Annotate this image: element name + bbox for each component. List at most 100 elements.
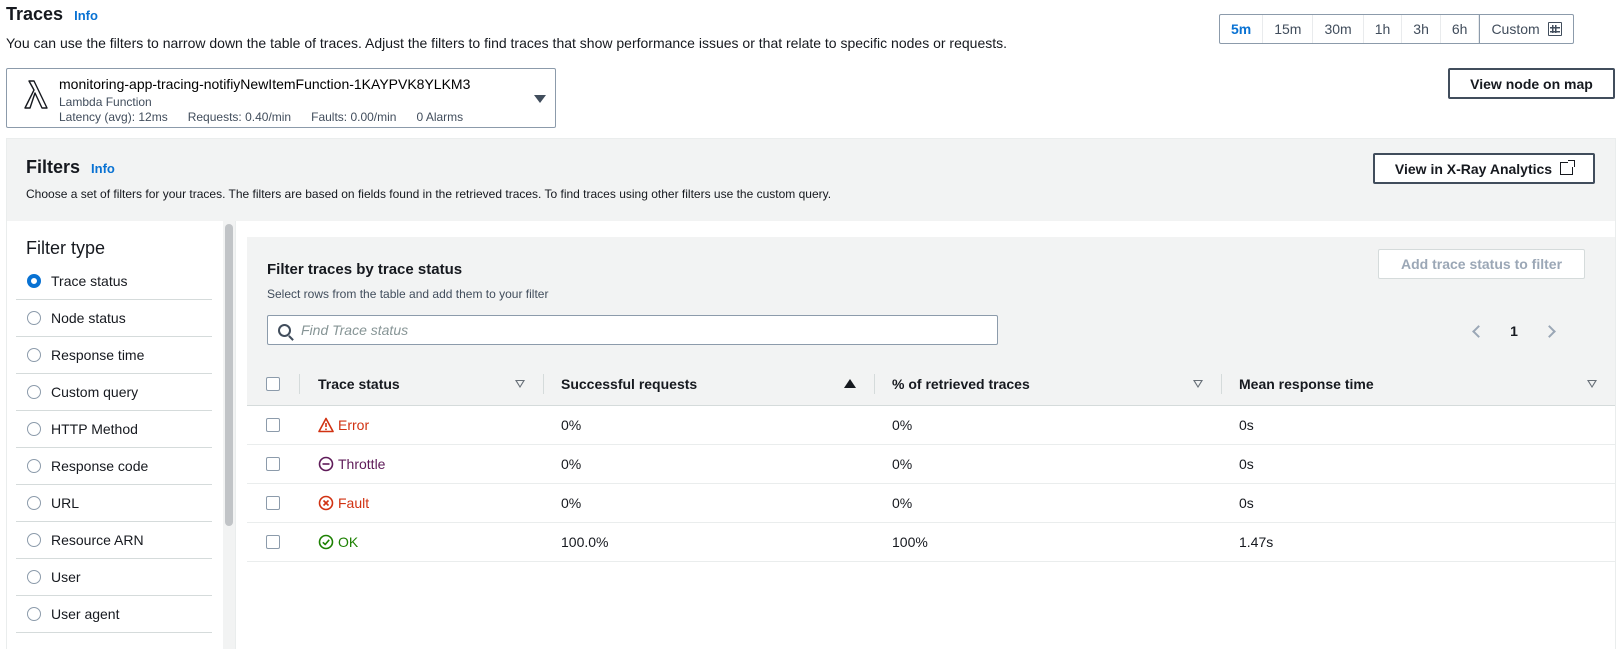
filter-type-node-status[interactable]: Node status <box>16 300 212 337</box>
filter-type-url[interactable]: URL <box>16 485 212 522</box>
radio-checked[interactable] <box>27 274 41 288</box>
trace-status-card: Filter traces by trace status Select row… <box>247 237 1615 649</box>
radio-label: Node status <box>51 310 126 326</box>
column-header-percent-traces[interactable]: % of retrieved traces <box>874 362 1221 406</box>
mean-cell: 0s <box>1239 456 1254 472</box>
info-link[interactable]: Info <box>74 8 98 23</box>
table-row[interactable]: Fault 0% 0% 0s <box>247 484 1615 523</box>
node-faults: Faults: 0.00/min <box>311 110 397 124</box>
filter-type-response-code[interactable]: Response code <box>16 448 212 485</box>
ok-icon <box>318 534 334 550</box>
time-range-15m[interactable]: 15m <box>1263 15 1314 43</box>
search-icon <box>278 323 291 337</box>
chevron-left-icon[interactable] <box>1472 324 1485 338</box>
radio[interactable] <box>27 496 41 510</box>
time-range-5m[interactable]: 5m <box>1220 15 1264 43</box>
row-checkbox[interactable] <box>266 457 280 471</box>
status-label: OK <box>338 534 359 550</box>
column-header-mean-response-time[interactable]: Mean response time <box>1221 362 1615 406</box>
radio[interactable] <box>27 385 41 399</box>
table-row[interactable]: Error 0% 0% 0s <box>247 406 1615 445</box>
row-checkbox[interactable] <box>266 418 280 432</box>
table-row[interactable]: Throttle 0% 0% 0s <box>247 445 1615 484</box>
table-header: Trace status Successful requests % of re… <box>247 362 1615 406</box>
filters-info-link[interactable]: Info <box>91 161 115 176</box>
add-trace-status-button[interactable]: Add trace status to filter <box>1378 249 1585 279</box>
column-label: Trace status <box>318 375 400 392</box>
time-range-30m[interactable]: 30m <box>1313 15 1364 43</box>
radio[interactable] <box>27 459 41 473</box>
time-range-6h[interactable]: 6h <box>1441 15 1480 43</box>
filter-type-trace-status[interactable]: Trace status <box>16 263 212 300</box>
row-checkbox[interactable] <box>266 535 280 549</box>
filter-type-user[interactable]: User <box>16 559 212 596</box>
row-checkbox-cell <box>247 535 299 549</box>
node-selector[interactable]: monitoring-app-tracing-notifiyNewItemFun… <box>6 68 556 128</box>
column-label: % of retrieved traces <box>892 375 1030 392</box>
time-range-1h[interactable]: 1h <box>1364 15 1403 43</box>
external-link-icon <box>1560 160 1576 175</box>
filters-description: Choose a set of filters for your traces.… <box>26 187 832 201</box>
column-header-trace-status[interactable]: Trace status <box>299 362 543 406</box>
filter-type-response-time[interactable]: Response time <box>16 337 212 374</box>
mean-cell: 1.47s <box>1239 534 1274 550</box>
scrollbar-thumb[interactable] <box>225 224 233 526</box>
column-header-successful-requests[interactable]: Successful requests <box>543 362 874 406</box>
radio-label: Trace status <box>51 273 128 289</box>
chevron-right-icon[interactable] <box>1543 324 1556 338</box>
select-all-checkbox[interactable] <box>266 376 280 391</box>
filter-type-custom-query[interactable]: Custom query <box>16 374 212 411</box>
successful-cell: 0% <box>561 417 582 433</box>
radio[interactable] <box>27 348 41 362</box>
time-range-selector: 5m 15m 30m 1h 3h 6h Custom <box>1219 14 1574 44</box>
row-checkbox[interactable] <box>266 496 280 510</box>
row-checkbox-cell <box>247 496 299 510</box>
successful-cell: 100.0% <box>561 534 609 550</box>
node-type: Lambda Function <box>59 95 152 109</box>
select-all-cell <box>247 376 299 391</box>
radio-label: User <box>51 569 81 585</box>
time-range-custom[interactable]: Custom <box>1479 15 1572 43</box>
sort-icon <box>515 379 525 388</box>
filter-type-user-agent[interactable]: User agent <box>16 596 212 633</box>
column-label: Mean response time <box>1239 375 1374 392</box>
radio[interactable] <box>27 311 41 325</box>
view-node-on-map-button[interactable]: View node on map <box>1448 68 1615 99</box>
sort-ascending-icon <box>844 379 856 388</box>
radio[interactable] <box>27 422 41 436</box>
filter-type-radio-group: Trace status Node status Response time C… <box>16 263 212 633</box>
node-requests: Requests: 0.40/min <box>187 110 292 124</box>
page-title-text: Traces <box>6 4 64 24</box>
radio-label: Response time <box>51 347 145 363</box>
page-title: Traces Info <box>6 4 98 25</box>
radio[interactable] <box>27 570 41 584</box>
radio-label: Custom query <box>51 384 139 400</box>
sort-icon <box>1587 379 1597 388</box>
view-in-xray-analytics-button[interactable]: View in X-Ray Analytics <box>1373 153 1595 184</box>
card-header: Filter traces by trace status Select row… <box>247 237 1615 362</box>
successful-cell: 0% <box>561 456 582 472</box>
filter-type-title: Filter type <box>26 238 106 258</box>
percent-cell: 0% <box>892 456 913 472</box>
status-cell: Fault <box>299 495 543 511</box>
filter-type-resource-arn[interactable]: Resource ARN <box>16 522 212 559</box>
page-number[interactable]: 1 <box>1510 323 1518 339</box>
time-range-3h[interactable]: 3h <box>1402 15 1441 43</box>
table-row[interactable]: OK 100.0% 100% 1.47s <box>247 523 1615 562</box>
search-box[interactable] <box>267 315 998 345</box>
successful-cell: 0% <box>561 495 582 511</box>
status-cell: Error <box>299 417 543 433</box>
search-input[interactable] <box>301 322 981 338</box>
sort-icon <box>1193 379 1203 388</box>
radio[interactable] <box>27 607 41 621</box>
percent-cell: 100% <box>892 534 928 550</box>
filter-type-http-method[interactable]: HTTP Method <box>16 411 212 448</box>
percent-cell: 0% <box>892 417 913 433</box>
radio[interactable] <box>27 533 41 547</box>
status-label: Error <box>338 417 370 433</box>
trace-status-table: Trace status Successful requests % of re… <box>247 362 1615 562</box>
vertical-divider <box>235 221 236 649</box>
custom-label: Custom <box>1491 21 1540 37</box>
caret-down-icon <box>534 95 546 103</box>
status-cell: Throttle <box>299 456 543 472</box>
